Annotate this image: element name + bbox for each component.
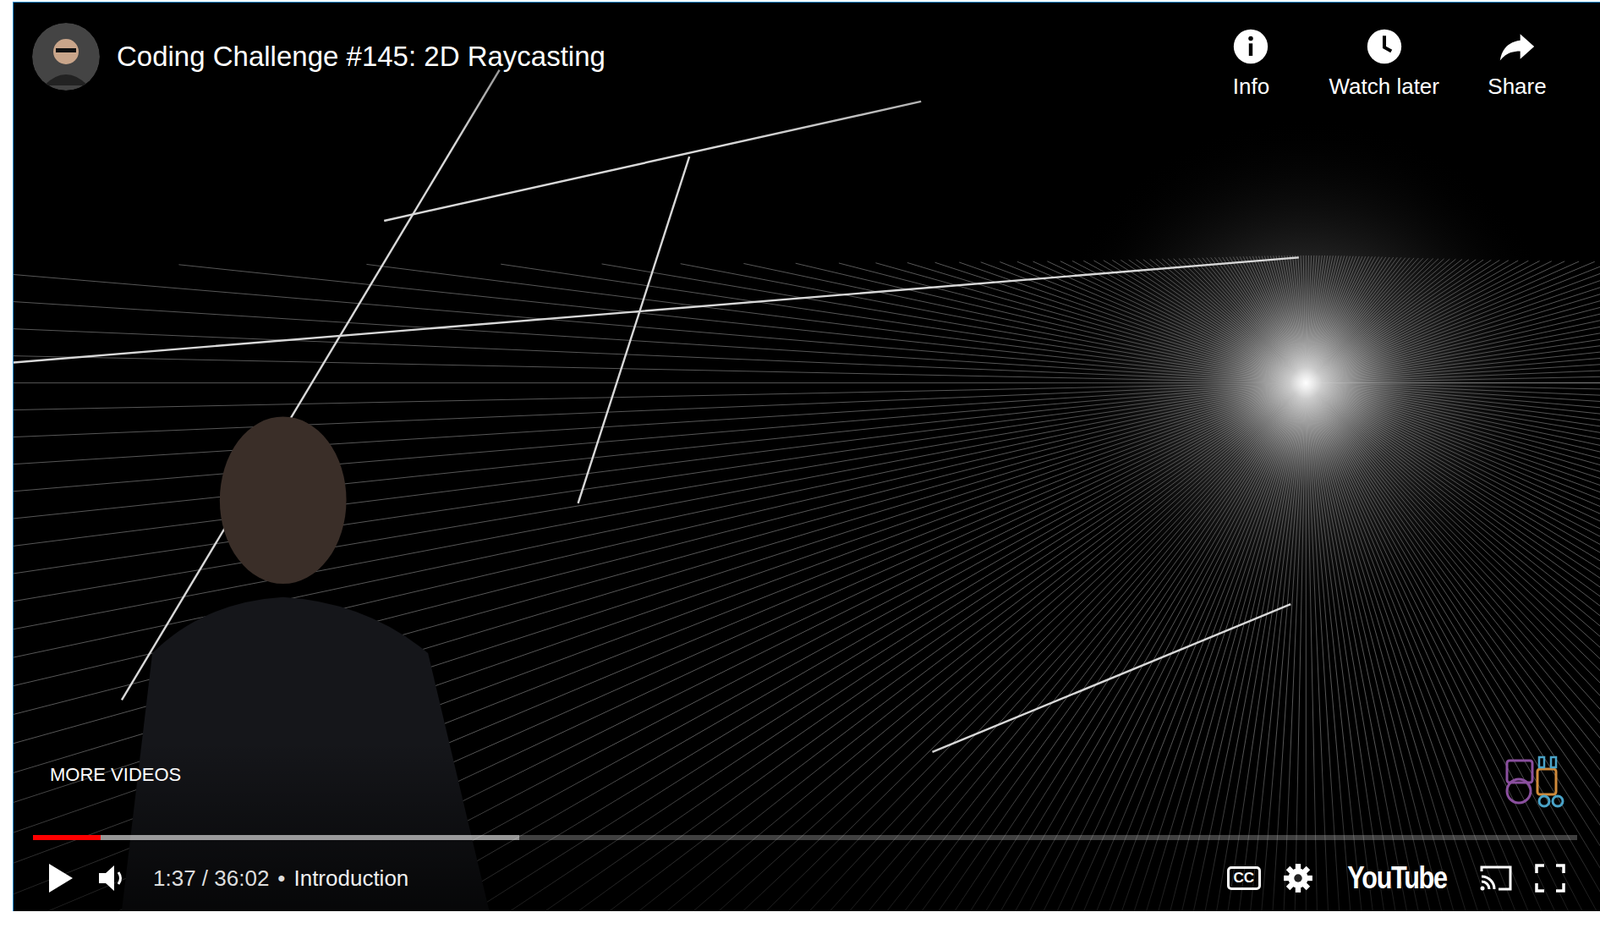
clock-icon — [1365, 27, 1403, 66]
top-action-label: Watch later — [1328, 73, 1440, 100]
channel-avatar-icon[interactable] — [32, 22, 100, 91]
captions-button[interactable]: CC — [1216, 856, 1272, 899]
cast-button[interactable] — [1468, 856, 1524, 899]
play-icon — [45, 861, 75, 894]
time-display: 1:37 / 36:02 • Introduction — [141, 865, 409, 892]
time-text: 1:37 / 36:02 — [153, 865, 269, 892]
volume-button[interactable] — [87, 856, 142, 899]
time-separator: • — [277, 865, 285, 892]
top-actions: Info Watch later Share — [1208, 22, 1560, 100]
control-bar: 1:37 / 36:02 • Introduction CC YouTube — [32, 856, 1578, 899]
progress-bar[interactable] — [32, 834, 1578, 840]
gear-icon — [1282, 861, 1315, 894]
cast-icon — [1478, 863, 1514, 893]
title-area: Coding Challenge #145: 2D Raycasting — [32, 22, 606, 91]
speaker-icon — [97, 862, 132, 894]
top-action-button[interactable]: Watch later — [1328, 27, 1440, 100]
captions-label: CC — [1227, 865, 1262, 891]
video-frame[interactable] — [13, 2, 1600, 911]
top-bar: Coding Challenge #145: 2D Raycasting Info… — [13, 2, 1600, 100]
top-action-button[interactable]: Share — [1474, 27, 1560, 100]
top-action-label: Info — [1232, 73, 1270, 100]
play-button[interactable] — [32, 856, 88, 899]
video-player[interactable]: Coding Challenge #145: 2D Raycasting Info… — [12, 1, 1600, 911]
youtube-logo[interactable]: YouTube — [1336, 860, 1459, 896]
channel-watermark-icon[interactable] — [1503, 753, 1568, 810]
player-bottom: MORE VIDEOS 1:37 / 36:02 • Introduction CC Yo… — [13, 763, 1600, 911]
info-icon — [1232, 27, 1270, 66]
played-fill — [32, 834, 101, 840]
video-title[interactable]: Coding Challenge #145: 2D Raycasting — [116, 40, 606, 73]
top-action-label: Share — [1487, 73, 1546, 100]
fullscreen-button[interactable] — [1523, 856, 1578, 899]
settings-button[interactable] — [1271, 856, 1326, 899]
top-action-button[interactable]: Info — [1208, 27, 1294, 100]
fullscreen-icon — [1534, 863, 1566, 893]
buffered-fill — [32, 834, 520, 840]
share-arrow-icon — [1498, 27, 1536, 66]
more-videos-button[interactable]: MORE VIDEOS — [32, 763, 1578, 835]
chapter-title[interactable]: Introduction — [293, 865, 409, 892]
